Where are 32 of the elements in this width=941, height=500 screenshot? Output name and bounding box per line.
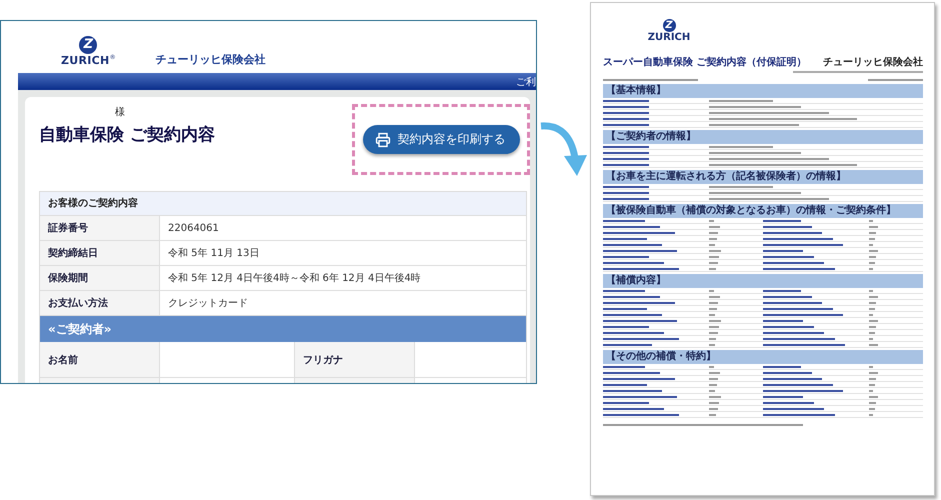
section-header: 【補償内容】 <box>603 274 923 288</box>
page-title: 自動車保険 ご契約内容 <box>39 124 215 146</box>
table-label: お支払い方法 <box>40 291 160 315</box>
logo-mark: Z <box>79 36 98 54</box>
logo-wordmark: ZURICH <box>648 32 690 43</box>
section-header: 【基本情報】 <box>603 84 923 98</box>
table-label: お名前 <box>40 342 160 377</box>
table-label: フリガナ <box>295 342 415 377</box>
table-label: 契約締結日 <box>40 241 160 265</box>
section-header: 【お車を主に運転される方（記名被保険者）の情報】 <box>603 170 923 184</box>
curved-arrow <box>540 122 586 176</box>
honorific: 様 <box>115 106 125 119</box>
logo-mark: Z <box>662 19 676 32</box>
company-name: チューリッヒ保険会社 <box>156 52 266 67</box>
table-cell-text: 令和 5年 12月 4日午後4時～令和 6年 12月 4日午後4時 <box>167 272 422 286</box>
section-header: «ご契約者» <box>40 316 526 342</box>
table-cell-text: 令和 5年 11月 13日 <box>167 246 260 261</box>
logo-wordmark: ZURICH <box>61 54 110 67</box>
table-label: 保険期間 <box>40 266 160 290</box>
nav-link[interactable]: ご利 <box>516 74 536 88</box>
table-cell-text: 22064061 <box>167 222 220 236</box>
table-label: 証券番号 <box>40 216 160 240</box>
print-button[interactable]: 契約内容を印刷する <box>362 125 520 154</box>
company-name: チューリッヒ保険会社 <box>823 56 923 69</box>
section-header: 【その他の補償・特約】 <box>603 350 923 364</box>
printer-icon <box>374 132 390 148</box>
section-header: 【被保険自動車（補償の対象となるお車）の情報・ご契約条件】 <box>603 204 923 218</box>
table-cell-text: クレジットカード <box>167 297 249 311</box>
document-title: スーパー自動車保険 ご契約内容（付保証明） <box>603 55 806 69</box>
text-line-drawing <box>868 79 923 81</box>
section-header: 【ご契約者の情報】 <box>603 130 923 144</box>
table-heading: お客様のご契約内容 <box>40 192 526 216</box>
